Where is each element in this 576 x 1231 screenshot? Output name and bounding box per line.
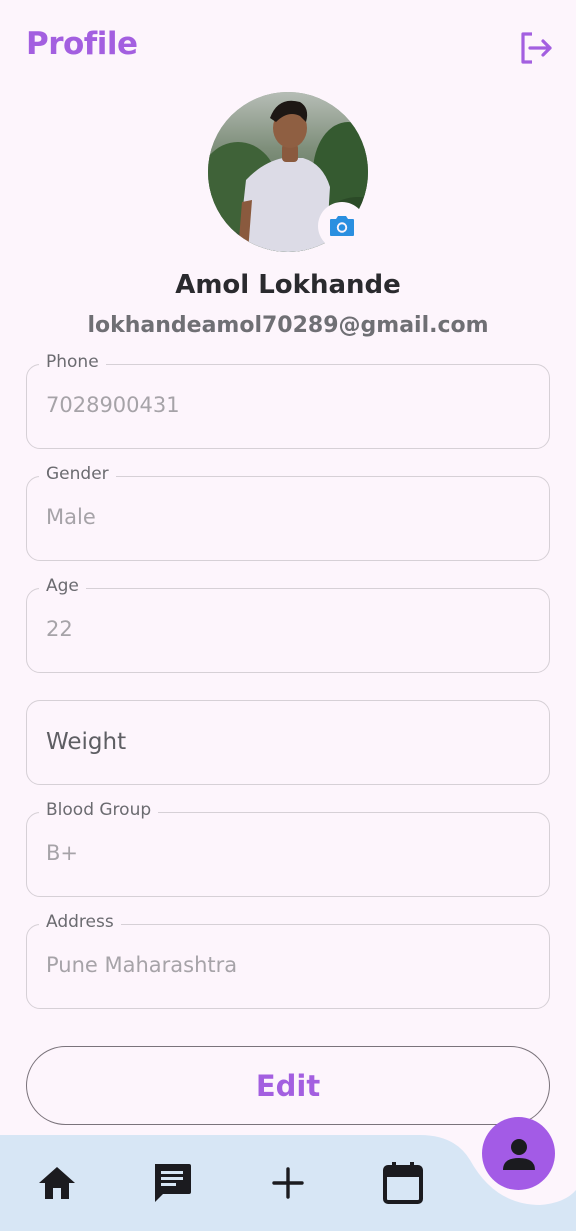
nav-profile[interactable] [482, 1117, 555, 1190]
person-icon [502, 1138, 535, 1170]
calendar-icon [383, 1162, 423, 1204]
gender-label: Gender [39, 464, 116, 484]
gender-field[interactable]: Gender Male [26, 464, 550, 561]
edit-button[interactable]: Edit [26, 1046, 550, 1125]
user-name: Amol Lokhande [175, 270, 401, 300]
nav-home[interactable] [27, 1153, 87, 1213]
change-photo-button[interactable] [318, 202, 366, 250]
age-field[interactable]: Age 22 [26, 576, 550, 673]
address-label: Address [39, 912, 121, 932]
user-email: lokhandeamol70289@gmail.com [87, 313, 489, 338]
nav-chat[interactable] [142, 1153, 202, 1213]
logout-button[interactable] [516, 28, 556, 68]
page-title: Profile [26, 26, 138, 62]
phone-label: Phone [39, 352, 106, 372]
avatar-container [208, 92, 368, 252]
blood-group-field[interactable]: Blood Group B+ [26, 800, 550, 897]
weight-field[interactable]: Weight [26, 700, 550, 785]
add-icon [272, 1167, 304, 1199]
age-value: 22 [46, 617, 73, 641]
gender-value: Male [46, 505, 96, 529]
nav-calendar[interactable] [373, 1153, 433, 1213]
chat-icon [155, 1164, 191, 1202]
blood-group-label: Blood Group [39, 800, 159, 820]
nav-add[interactable] [258, 1153, 318, 1213]
home-icon [39, 1167, 75, 1199]
address-field[interactable]: Address Pune Maharashtra [26, 912, 550, 1009]
address-value: Pune Maharashtra [46, 953, 238, 977]
phone-value: 7028900431 [46, 393, 180, 417]
weight-placeholder: Weight [46, 729, 127, 755]
logout-icon [521, 32, 552, 64]
age-label: Age [39, 576, 86, 596]
phone-field[interactable]: Phone 7028900431 [26, 352, 550, 449]
blood-group-value: B+ [46, 841, 79, 865]
camera-icon [330, 216, 354, 236]
